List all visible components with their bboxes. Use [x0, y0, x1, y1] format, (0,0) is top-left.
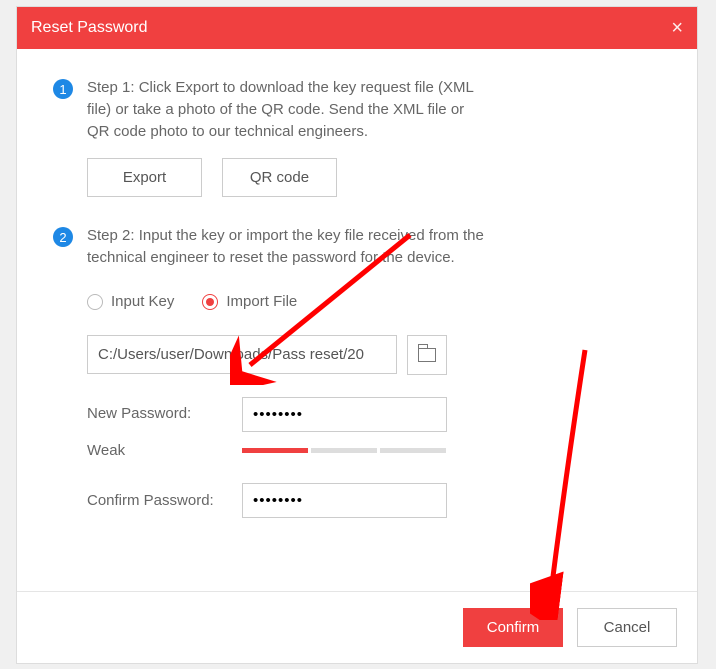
new-password-row: New Password: — [87, 397, 661, 432]
reset-password-dialog: Reset Password × 1 Step 1: Click Export … — [16, 6, 698, 664]
step-1-text: Step 1: Click Export to download the key… — [87, 77, 487, 142]
step-2-body: Step 2: Input the key or import the key … — [87, 225, 661, 518]
password-strength-label: Weak — [87, 440, 242, 462]
radio-icon — [87, 294, 103, 310]
confirm-password-row: Confirm Password: — [87, 483, 661, 518]
strength-bar-3 — [380, 448, 446, 453]
step-2-text: Step 2: Input the key or import the key … — [87, 225, 487, 269]
close-icon[interactable]: × — [671, 17, 683, 40]
new-password-input[interactable] — [242, 397, 447, 432]
radio-icon — [202, 294, 218, 310]
confirm-button[interactable]: Confirm — [463, 608, 563, 647]
confirm-password-label: Confirm Password: — [87, 490, 242, 512]
titlebar: Reset Password × — [17, 7, 697, 49]
step-1-buttons: Export QR code — [87, 158, 661, 197]
password-strength-meter — [242, 448, 446, 453]
radio-label: Import File — [226, 291, 297, 313]
dialog-footer: Confirm Cancel — [17, 591, 697, 663]
dialog-title: Reset Password — [31, 19, 148, 37]
strength-bar-1 — [242, 448, 308, 453]
file-path-input[interactable] — [87, 335, 397, 374]
qrcode-button[interactable]: QR code — [222, 158, 337, 197]
dialog-content: 1 Step 1: Click Export to download the k… — [17, 49, 697, 591]
new-password-label: New Password: — [87, 403, 242, 425]
step-2: 2 Step 2: Input the key or import the ke… — [53, 225, 661, 518]
step-1: 1 Step 1: Click Export to download the k… — [53, 77, 661, 197]
step-1-badge: 1 — [53, 79, 73, 99]
confirm-password-input[interactable] — [242, 483, 447, 518]
radio-label: Input Key — [111, 291, 174, 313]
radio-input-key[interactable]: Input Key — [87, 291, 174, 313]
password-strength-row: Weak — [87, 440, 661, 462]
radio-import-file[interactable]: Import File — [202, 291, 297, 313]
strength-bar-2 — [311, 448, 377, 453]
step-1-body: Step 1: Click Export to download the key… — [87, 77, 661, 197]
radio-group: Input Key Import File — [87, 291, 661, 313]
step-2-badge: 2 — [53, 227, 73, 247]
export-button[interactable]: Export — [87, 158, 202, 197]
cancel-button[interactable]: Cancel — [577, 608, 677, 647]
folder-icon — [418, 348, 436, 362]
file-path-row — [87, 335, 661, 375]
browse-button[interactable] — [407, 335, 447, 375]
